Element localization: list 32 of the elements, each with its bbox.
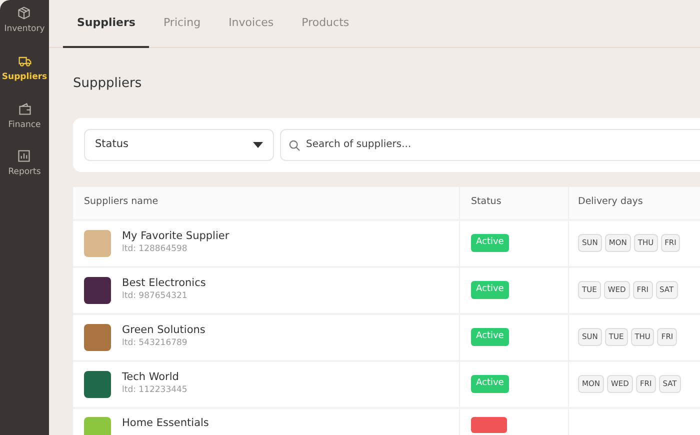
column-header: Delivery days bbox=[568, 186, 700, 218]
status-badge: Active bbox=[471, 281, 509, 299]
sidebar-item[interactable]: Finance bbox=[8, 102, 41, 132]
page-title: Supppliers bbox=[73, 75, 143, 93]
status-select[interactable]: Status bbox=[84, 128, 274, 160]
tab[interactable]: Suppliers bbox=[63, 0, 150, 48]
caret-icon bbox=[253, 142, 263, 148]
bar-chart-icon bbox=[17, 149, 32, 164]
supplier-id: ltd: 543216789 bbox=[122, 337, 188, 350]
column-header: Status bbox=[459, 186, 568, 218]
search-field[interactable]: Search of suppliers... bbox=[280, 128, 700, 160]
box-icon bbox=[17, 6, 32, 20]
status-badge: Active bbox=[471, 328, 509, 346]
supplier-name: My Favorite Supplier bbox=[122, 230, 230, 244]
supplier-name: Best Electronics bbox=[122, 276, 206, 290]
tab[interactable]: Pricing bbox=[149, 0, 215, 48]
column-header: Suppliers name bbox=[83, 195, 160, 210]
tab[interactable]: Invoices bbox=[214, 0, 288, 48]
supplier-id: ltd: 112233445 bbox=[122, 384, 188, 398]
supplier-name: Green Solutions bbox=[122, 324, 206, 338]
status-badge: Active bbox=[471, 375, 509, 393]
status-badge bbox=[471, 416, 507, 432]
sidebar-item[interactable]: Inventory bbox=[4, 6, 45, 36]
sidebar-item[interactable]: Suppliers bbox=[2, 54, 48, 84]
supplier-name: Tech World bbox=[122, 370, 180, 384]
supplier-id: ltd: 987654321 bbox=[122, 290, 188, 304]
sidebar-item[interactable]: Reports bbox=[8, 149, 41, 179]
status-badge: Active bbox=[471, 234, 509, 252]
supplier-id: ltd: 128864598 bbox=[122, 243, 188, 256]
tab[interactable]: Products bbox=[288, 0, 364, 48]
supplier-name: Home Essentials bbox=[122, 416, 209, 430]
wallet-icon bbox=[18, 102, 32, 116]
